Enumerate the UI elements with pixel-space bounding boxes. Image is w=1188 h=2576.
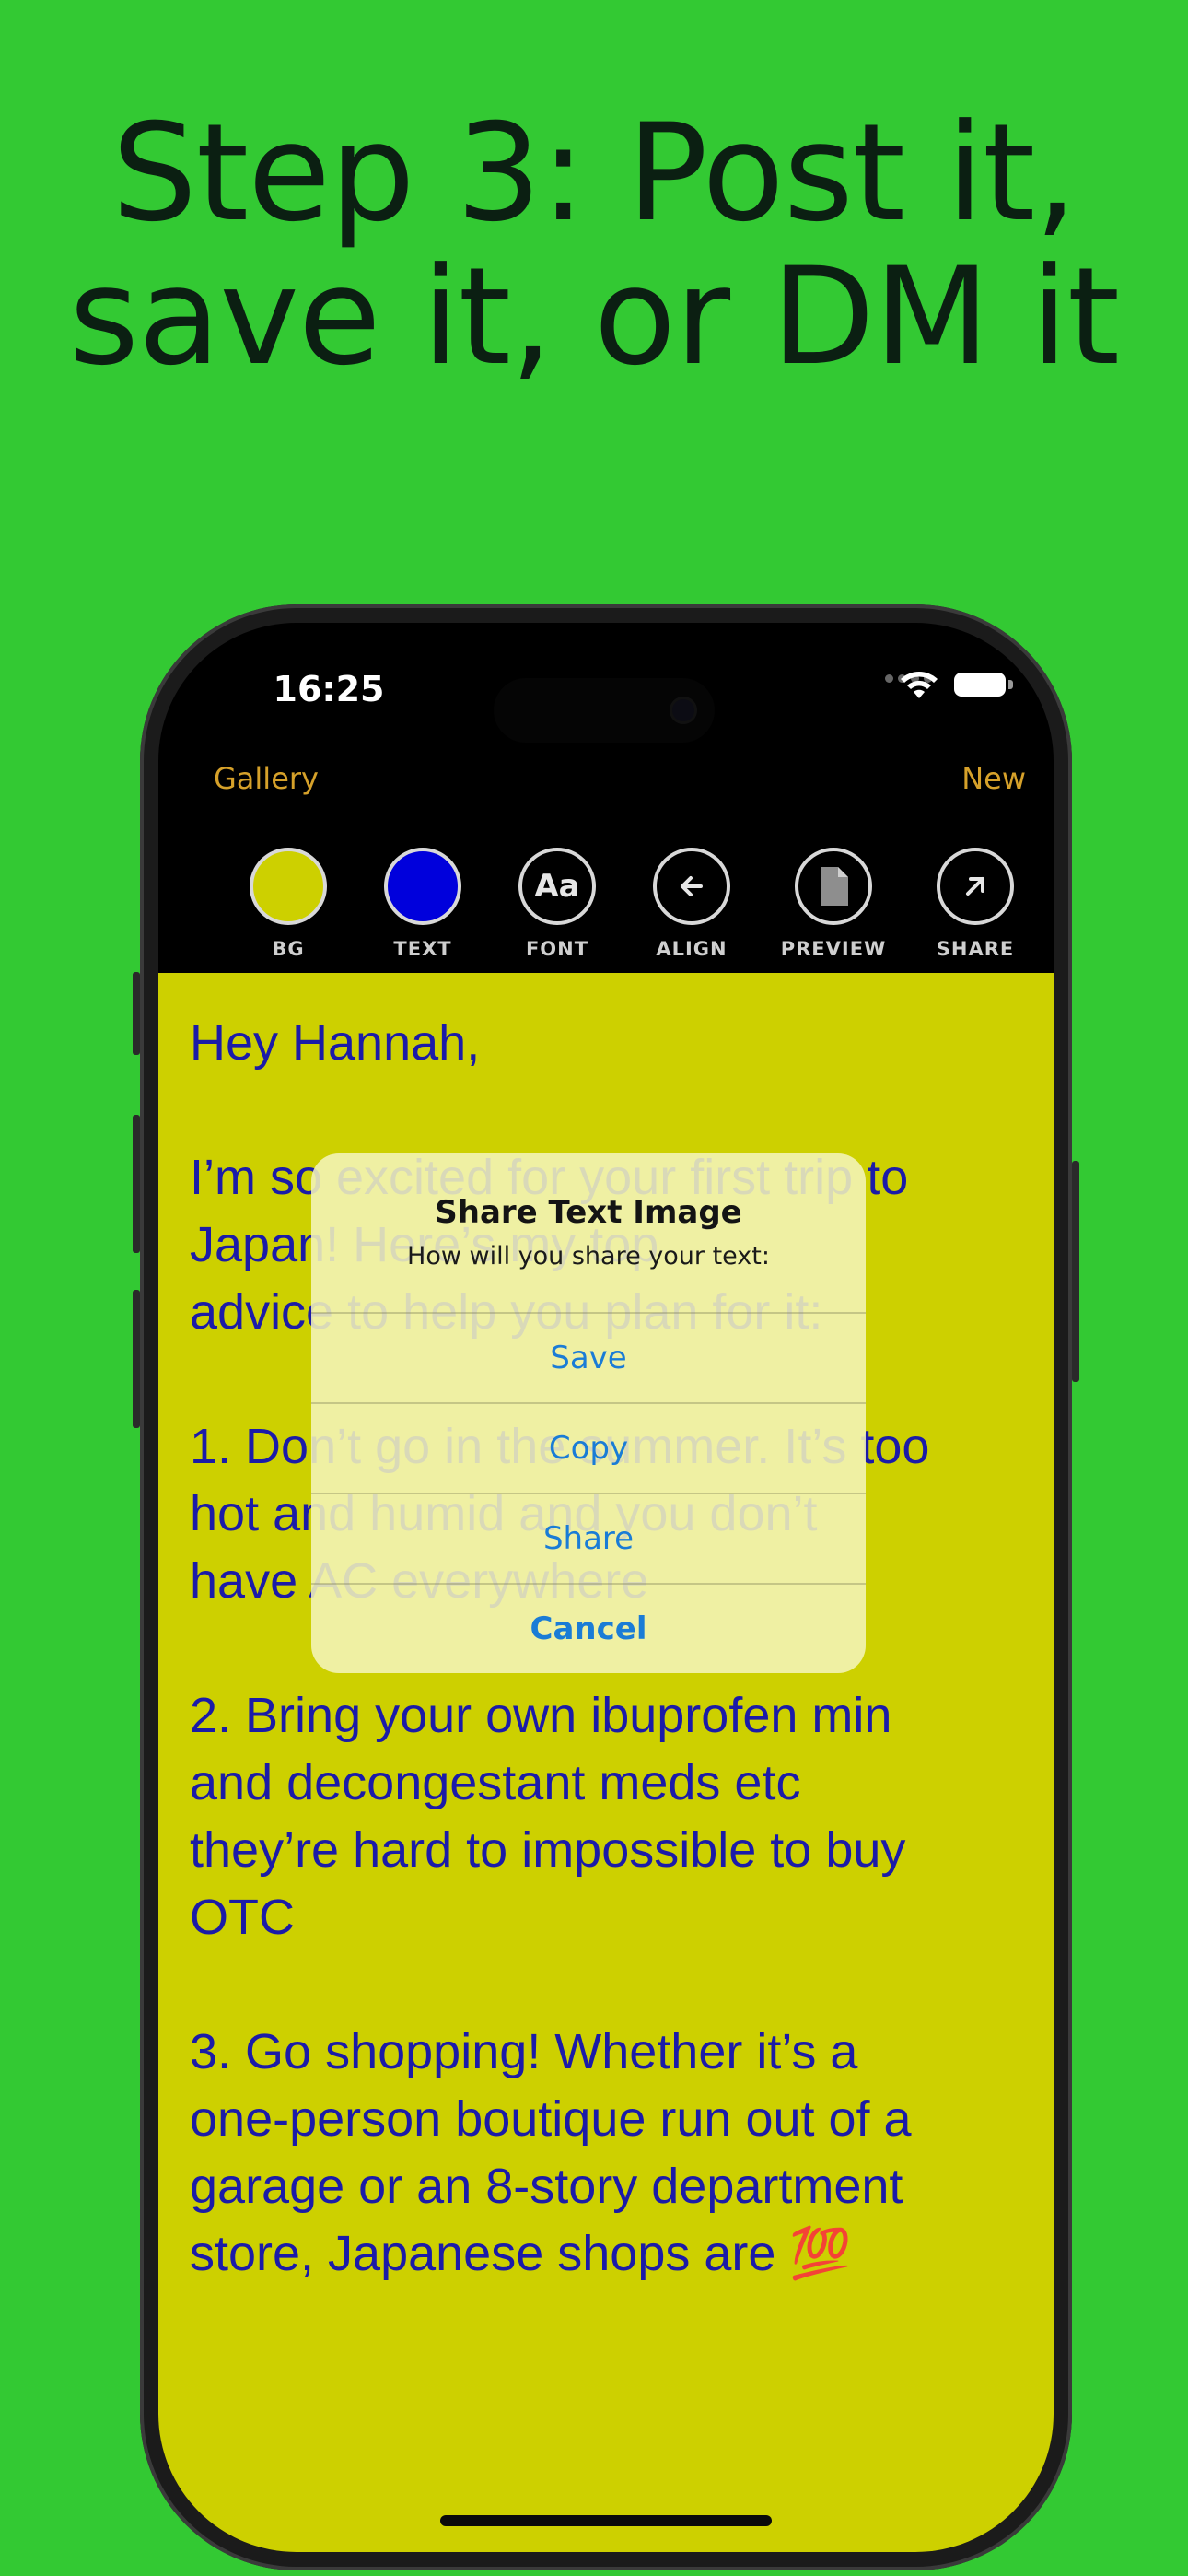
headline-line-1: Step 3: Post it, (111, 95, 1077, 252)
home-indicator[interactable] (440, 2515, 772, 2526)
marketing-headline: Step 3: Post it, save it, or DM it (0, 101, 1188, 389)
document-icon (795, 848, 872, 925)
status-time: 16:25 (273, 669, 385, 709)
align-tool-label: ALIGN (656, 938, 728, 960)
alert-message: How will you share your text: (407, 1242, 770, 1270)
preview-tool-label: PREVIEW (780, 938, 887, 960)
align-tool[interactable]: ALIGN (632, 848, 751, 960)
copy-button[interactable]: Copy (311, 1402, 866, 1493)
bg-color-swatch-icon (250, 848, 327, 925)
bg-tool-label: BG (272, 938, 305, 960)
save-button[interactable]: Save (311, 1312, 866, 1402)
action-button (133, 972, 140, 1055)
text-color-swatch-icon (384, 848, 461, 925)
arrow-up-right-icon (937, 848, 1014, 925)
alert-title: Share Text Image (435, 1194, 742, 1231)
front-camera (670, 697, 697, 724)
font-tool[interactable]: Aa FONT (497, 848, 617, 960)
preview-tool[interactable]: PREVIEW (774, 848, 893, 960)
bg-color-tool[interactable]: BG (228, 848, 348, 960)
share-tool[interactable]: SHARE (915, 848, 1035, 960)
share-button[interactable]: Share (311, 1493, 866, 1583)
battery-tip (1008, 680, 1013, 689)
editor-toolbar: BG TEXT Aa FONT ALIGN PREVIEW SHARE (158, 848, 1054, 977)
share-tool-label: SHARE (936, 938, 1015, 960)
text-tool-label: TEXT (393, 938, 452, 960)
volume-down-button (133, 1290, 140, 1428)
headline-line-2: save it, or DM it (68, 239, 1120, 395)
gallery-button[interactable]: Gallery (214, 761, 319, 796)
power-button (1072, 1161, 1079, 1382)
new-button[interactable]: New (961, 761, 1026, 796)
cancel-button[interactable]: Cancel (311, 1583, 866, 1673)
alert-actions: Save Copy Share Cancel (311, 1312, 866, 1673)
volume-up-button (133, 1115, 140, 1253)
font-icon: Aa (518, 848, 596, 925)
text-color-tool[interactable]: TEXT (363, 848, 483, 960)
arrow-left-icon (653, 848, 730, 925)
share-alert-dialog: Share Text Image How will you share your… (311, 1153, 866, 1673)
battery-icon (954, 673, 1006, 697)
font-tool-label: FONT (525, 938, 589, 960)
wifi-icon (901, 672, 938, 698)
